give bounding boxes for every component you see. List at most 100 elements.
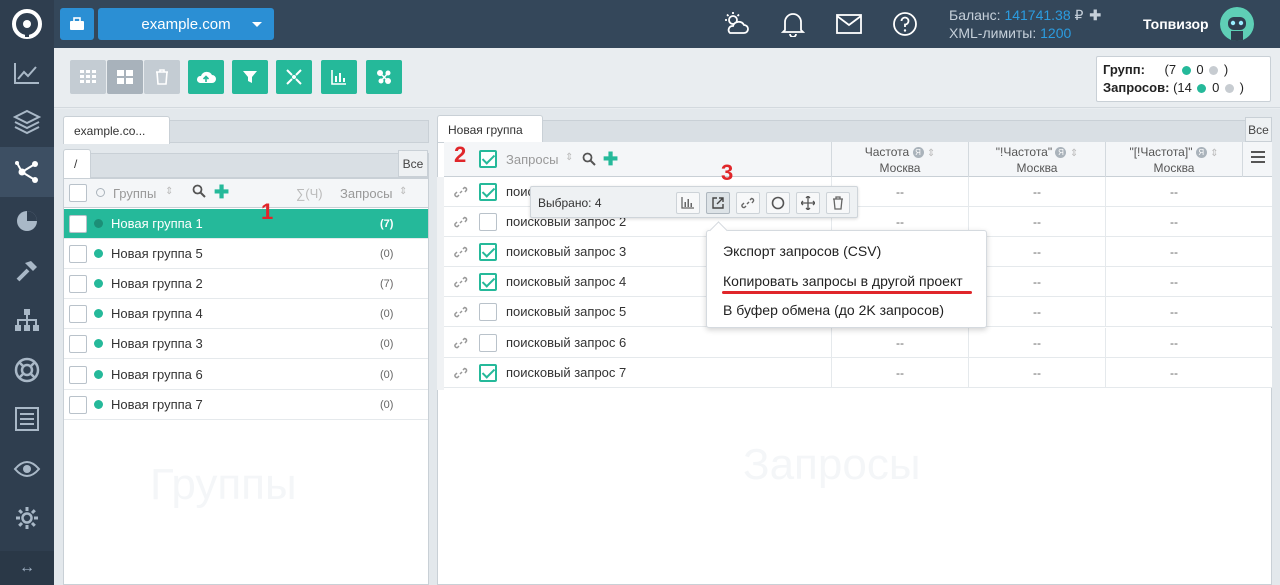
table-row[interactable]: поисковый запрос 6 -- -- --	[444, 328, 1272, 358]
sort-icon[interactable]: ⇕	[1070, 148, 1078, 159]
add-query-icon[interactable]: ✚	[603, 149, 618, 170]
tab-group[interactable]: Новая группа	[437, 115, 543, 143]
link-icon[interactable]	[454, 305, 468, 322]
link-icon[interactable]	[454, 275, 468, 292]
sidebar-item-analytics[interactable]	[0, 197, 54, 247]
sidebar-item-structure[interactable]	[0, 296, 54, 346]
sort-icon[interactable]: ⇕	[165, 186, 173, 197]
query-checkbox[interactable]	[479, 213, 497, 231]
upload-button[interactable]	[188, 60, 224, 94]
sidebar-item-monitoring[interactable]	[0, 444, 54, 494]
list-item[interactable]: Новая группа 7 (0)	[64, 390, 428, 420]
sidebar-collapse-toggle[interactable]: ↔	[0, 551, 54, 585]
queries-header-label[interactable]: Запросы	[506, 152, 558, 167]
column-frequency[interactable]: Частота Я ⇕ Москва	[831, 142, 968, 177]
select-all-queries-checkbox[interactable]	[479, 150, 497, 168]
table-row[interactable]: поисковый запрос 7 -- -- --	[444, 358, 1272, 388]
avatar[interactable]	[1220, 7, 1254, 41]
expand-button[interactable]	[276, 60, 312, 94]
query-text[interactable]: поисковый запрос 6	[506, 335, 626, 350]
link-icon[interactable]	[454, 215, 468, 232]
sum-frequency-label[interactable]: ∑(Ч)	[296, 186, 323, 201]
sidebar-item-layers[interactable]	[0, 98, 54, 148]
list-item[interactable]: Новая группа 4 (0)	[64, 299, 428, 329]
query-text[interactable]: поисковый запрос 3	[506, 244, 626, 259]
menu-item-copy-to-project[interactable]: Копировать запросы в другой проект	[723, 273, 963, 289]
chart-button[interactable]	[321, 60, 357, 94]
column-exact-frequency[interactable]: "!Частота" Я ⇕ Москва	[968, 142, 1105, 177]
project-selector[interactable]: example.com	[98, 8, 274, 40]
projects-button[interactable]	[60, 8, 94, 40]
query-checkbox[interactable]	[479, 303, 497, 321]
query-text[interactable]: поисковый запрос 7	[506, 365, 626, 380]
menu-item-clipboard[interactable]: В буфер обмена (до 2K запросов)	[723, 302, 944, 318]
cluster-button[interactable]	[366, 60, 402, 94]
link-icon[interactable]	[454, 185, 468, 202]
sort-icon[interactable]: ⇕	[1210, 148, 1218, 159]
group-checkbox[interactable]	[69, 214, 87, 233]
query-checkbox[interactable]	[479, 334, 497, 352]
query-text[interactable]: поисковый запрос 5	[506, 304, 626, 319]
group-checkbox[interactable]	[69, 244, 87, 263]
link-icon[interactable]	[454, 336, 468, 353]
list-item[interactable]: Новая группа 3 (0)	[64, 329, 428, 359]
list-item[interactable]: Новая группа 6 (0)	[64, 360, 428, 390]
add-balance-icon[interactable]: ✚	[1089, 7, 1101, 23]
link-icon[interactable]	[454, 245, 468, 262]
query-checkbox[interactable]	[479, 364, 497, 382]
group-checkbox[interactable]	[69, 334, 87, 353]
help-button[interactable]	[891, 10, 919, 38]
sidebar-item-support[interactable]	[0, 345, 54, 395]
view-grid-button[interactable]	[70, 60, 106, 94]
columns-menu-button[interactable]	[1242, 142, 1272, 177]
menu-item-export-csv[interactable]: Экспорт запросов (CSV)	[723, 243, 881, 259]
add-group-icon[interactable]: ✚	[214, 182, 229, 203]
list-item[interactable]: Новая группа 5 (0)	[64, 239, 428, 269]
query-checkbox[interactable]	[479, 183, 497, 201]
link-button[interactable]	[736, 192, 760, 214]
xml-limits-value[interactable]: 1200	[1040, 25, 1071, 41]
delete-button[interactable]	[826, 192, 850, 214]
trash-button[interactable]	[144, 60, 180, 94]
logo[interactable]	[0, 0, 54, 48]
sidebar-item-reports[interactable]	[0, 395, 54, 445]
tab-project[interactable]: example.co...	[63, 116, 170, 144]
list-item[interactable]: Новая группа 2 (7)	[64, 269, 428, 299]
all-folders-button[interactable]: Все	[398, 150, 428, 177]
frequency-check-button[interactable]	[676, 192, 700, 214]
group-checkbox[interactable]	[69, 304, 87, 323]
group-checkbox[interactable]	[69, 365, 87, 384]
group-checkbox[interactable]	[69, 274, 87, 293]
move-button[interactable]	[796, 192, 820, 214]
link-icon[interactable]	[454, 366, 468, 383]
notifications-button[interactable]	[779, 10, 807, 38]
group-checkbox[interactable]	[69, 395, 87, 414]
query-text[interactable]: поисковый запрос 4	[506, 274, 626, 289]
search-queries-button[interactable]	[582, 152, 596, 169]
sort-icon[interactable]: ⇕	[927, 148, 935, 159]
mark-button[interactable]	[766, 192, 790, 214]
username[interactable]: Топвизор	[1143, 16, 1209, 32]
sidebar-item-core[interactable]	[0, 147, 54, 197]
tab-root-folder[interactable]: /	[63, 149, 91, 178]
sidebar-item-positions[interactable]	[0, 48, 54, 98]
list-item[interactable]: Новая группа 1 (7)	[64, 209, 428, 239]
queries-count-label[interactable]: Запросы	[340, 186, 392, 201]
sort-icon[interactable]: ⇕	[565, 152, 573, 163]
all-groups-button[interactable]: Все	[1245, 117, 1272, 142]
sidebar-item-settings[interactable]	[0, 494, 54, 544]
filter-button[interactable]	[232, 60, 268, 94]
messages-button[interactable]	[835, 10, 863, 38]
query-checkbox[interactable]	[479, 273, 497, 291]
balance-value[interactable]: 141741.38	[1004, 7, 1070, 23]
query-checkbox[interactable]	[479, 243, 497, 261]
select-all-groups-checkbox[interactable]	[69, 184, 87, 202]
column-strict-frequency[interactable]: "[!Частота]" Я ⇕ Москва	[1105, 142, 1242, 177]
weather-button[interactable]	[722, 10, 750, 38]
view-panels-button[interactable]	[107, 60, 143, 94]
search-groups-button[interactable]	[192, 184, 206, 201]
export-button[interactable]	[706, 192, 730, 214]
groups-header-label[interactable]: Группы	[113, 186, 156, 201]
sidebar-item-tools[interactable]	[0, 246, 54, 296]
sort-icon[interactable]: ⇕	[399, 186, 407, 197]
